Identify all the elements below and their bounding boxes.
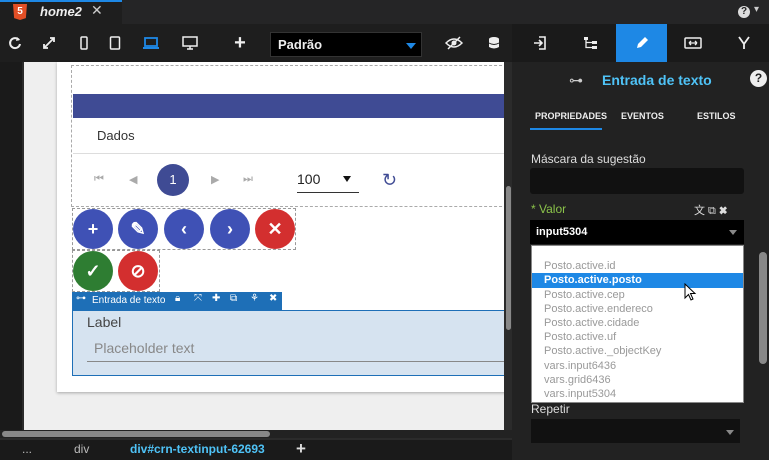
value-select-value: input5304 — [536, 226, 588, 238]
divider — [73, 153, 512, 154]
desktop-icon — [182, 36, 198, 50]
edit-fab-button[interactable]: ✎ — [118, 209, 158, 249]
text-input-label: Label — [87, 314, 122, 330]
dropdown-option[interactable]: Posto.active.id — [544, 260, 616, 272]
panel-scroll-thumb[interactable] — [759, 252, 767, 364]
repeat-label: Repetir — [531, 402, 570, 416]
canvas-horizontal-scroll-thumb[interactable] — [2, 431, 270, 437]
tools-icon — [737, 36, 750, 49]
phone-preview-button[interactable] — [72, 24, 96, 62]
confirm-fab-button[interactable]: ✓ — [73, 251, 113, 291]
dropdown-option-highlighted[interactable]: Posto.active.posto — [544, 274, 642, 286]
panel-tab-edit[interactable] — [616, 24, 667, 62]
move-icon[interactable]: ⤧ — [194, 293, 202, 304]
subtab-events[interactable]: EVENTOS — [621, 111, 664, 121]
dropdown-option[interactable]: Posto.active.endereco — [544, 303, 653, 315]
dropdown-option[interactable]: Posto.active._objectKey — [544, 345, 661, 357]
cancel-fab-button[interactable]: ⊘ — [118, 251, 158, 291]
help-icon[interactable]: ? — [738, 6, 750, 18]
dropdown-option[interactable]: Posto.active.cep — [544, 289, 625, 301]
repeat-select[interactable] — [531, 419, 740, 443]
lock-icon[interactable]: 🔒︎ — [175, 293, 180, 304]
add-icon[interactable]: ✚ — [212, 293, 220, 304]
dropdown-option[interactable]: Posto.active.cidade — [544, 317, 639, 329]
dropdown-option[interactable]: vars.input5304 — [544, 388, 616, 400]
chevron-down-icon — [406, 43, 416, 49]
subtab-active-indicator — [530, 128, 602, 130]
canvas-vertical-scroll-thumb[interactable] — [506, 186, 511, 330]
theme-select-value: Padrão — [278, 37, 323, 52]
database-icon — [488, 37, 500, 49]
panel-title: Entrada de texto — [602, 72, 712, 88]
chevron-down-icon — [729, 230, 737, 235]
chevron-down-icon[interactable]: ▾ — [754, 4, 759, 15]
panel-tab-tools[interactable] — [718, 24, 769, 62]
text-input-placeholder[interactable]: Placeholder text — [94, 340, 194, 356]
pencil-icon — [636, 37, 648, 48]
value-label: * Valor — [531, 202, 567, 216]
canvas-gutter — [0, 62, 22, 430]
expand-icon — [43, 37, 55, 49]
add-button[interactable]: + — [228, 24, 252, 62]
text-input-icon: ⊶ — [569, 72, 583, 88]
laptop-icon — [143, 37, 159, 49]
breadcrumb-item-active[interactable]: div#crn-textinput-62693 — [130, 442, 265, 456]
fullscreen-button[interactable] — [37, 24, 61, 62]
tablet-icon — [109, 36, 121, 50]
mask-input[interactable] — [530, 168, 744, 194]
page-size-select[interactable]: 100 — [297, 171, 359, 193]
dropdown-option[interactable]: vars.grid6436 — [544, 374, 611, 386]
import-icon — [533, 36, 546, 50]
text-input-underline — [87, 361, 512, 362]
prev-fab-button[interactable]: ‹ — [164, 209, 204, 249]
component-name: Entrada de texto — [92, 295, 166, 306]
subtab-properties[interactable]: PROPRIEDADES — [535, 111, 607, 121]
close-icon[interactable]: ✕ — [91, 2, 103, 19]
panel-tab-resize[interactable] — [667, 24, 718, 62]
mouse-cursor-icon — [684, 283, 697, 301]
next-fab-button[interactable]: › — [210, 209, 250, 249]
laptop-preview-button[interactable] — [139, 24, 163, 62]
database-button[interactable] — [482, 24, 506, 62]
copy-icon[interactable]: ⧉ — [230, 293, 237, 304]
reload-icon[interactable]: ↻ — [382, 170, 397, 191]
last-page-icon[interactable]: ⏭ — [243, 173, 253, 186]
wand-icon[interactable]: ⚘ — [250, 293, 259, 304]
panel-tab-import[interactable] — [514, 24, 565, 62]
panel-tab-tree[interactable] — [565, 24, 616, 62]
phone-icon — [80, 36, 88, 50]
arrows-h-icon — [683, 37, 702, 49]
grid-header-band — [73, 94, 512, 118]
delete-fab-button[interactable]: ✕ — [255, 209, 295, 249]
chevron-down-icon — [343, 176, 351, 182]
tree-icon — [583, 37, 597, 49]
component-type-icon: ⊶ — [76, 293, 86, 304]
tablet-preview-button[interactable] — [103, 24, 127, 62]
refresh-button[interactable] — [3, 24, 27, 62]
close-icon[interactable]: ✖ — [269, 293, 277, 304]
breadcrumb-item[interactable]: div — [74, 442, 89, 456]
breadcrumb-item[interactable]: ... — [22, 442, 32, 456]
add-fab-button[interactable]: + — [73, 209, 113, 249]
html5-icon: 5 — [13, 4, 27, 20]
desktop-preview-button[interactable] — [178, 24, 202, 62]
chevron-down-icon — [726, 430, 734, 435]
prev-page-icon[interactable]: ◀ — [129, 173, 137, 186]
file-tab-label[interactable]: home2 — [40, 4, 82, 19]
current-page-button[interactable]: 1 — [157, 164, 189, 196]
help-icon[interactable]: ? — [750, 70, 767, 87]
add-breadcrumb-button[interactable]: + — [296, 439, 306, 459]
value-actions-icons[interactable]: 文 ⧉ ✖ — [694, 202, 727, 218]
dropdown-option[interactable]: vars.input6436 — [544, 360, 616, 372]
mask-label: Máscara da sugestão — [531, 152, 646, 166]
eye-slash-icon — [445, 36, 463, 50]
tab-dados[interactable]: Dados — [97, 128, 135, 143]
visibility-toggle[interactable] — [442, 24, 466, 62]
dropdown-option[interactable]: Posto.active.uf — [544, 331, 616, 343]
first-page-icon[interactable]: ⏮ — [94, 173, 104, 186]
refresh-icon — [9, 37, 21, 50]
subtab-styles[interactable]: ESTILOS — [697, 111, 736, 121]
next-page-icon[interactable]: ▶ — [211, 173, 219, 186]
